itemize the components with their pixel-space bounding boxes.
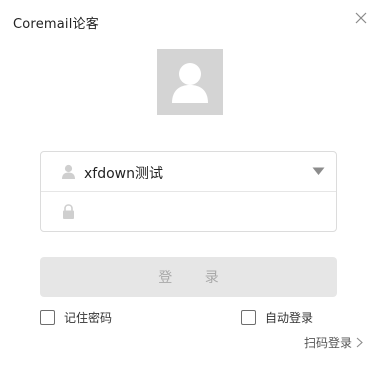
avatar	[157, 49, 223, 115]
remember-password-checkbox[interactable]: 记住密码	[40, 309, 112, 325]
close-icon	[352, 9, 370, 27]
checkbox-box[interactable]	[241, 309, 256, 325]
auto-login-label: 自动登录	[265, 310, 314, 325]
window-title: Coremail论客	[13, 17, 99, 32]
caret-down-icon[interactable]	[312, 167, 325, 176]
password-field[interactable]	[84, 200, 324, 224]
password-row	[41, 192, 336, 232]
remember-password-label: 记住密码	[64, 310, 113, 325]
account-select[interactable]: xfdown测试	[41, 152, 336, 192]
user-icon	[60, 163, 77, 180]
login-button[interactable]: 登 录	[40, 257, 337, 297]
lock-icon	[60, 203, 77, 220]
login-window: Coremail论客 xfdown测试 登 录 记住密码 自动登录 扫码登录	[0, 0, 379, 366]
qr-login-link[interactable]: 扫码登录	[304, 334, 363, 351]
close-button[interactable]	[352, 9, 370, 27]
user-avatar-icon	[157, 49, 223, 115]
qr-login-label: 扫码登录	[304, 336, 353, 350]
login-form: xfdown测试	[40, 151, 337, 232]
checkbox-box[interactable]	[40, 309, 55, 325]
chevron-right-icon	[356, 337, 363, 348]
auto-login-checkbox[interactable]: 自动登录	[241, 309, 313, 325]
account-value: xfdown测试	[84, 166, 163, 182]
